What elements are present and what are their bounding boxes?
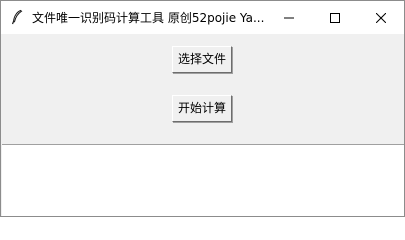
minimize-icon xyxy=(284,8,294,27)
maximize-icon xyxy=(330,8,340,27)
feather-icon xyxy=(9,9,25,25)
button-panel: 选择文件 开始计算 xyxy=(1,34,404,142)
start-calculation-button[interactable]: 开始计算 xyxy=(172,95,232,122)
close-button[interactable] xyxy=(358,1,404,34)
window-title: 文件唯一识别码计算工具 原创52pojie Ya... xyxy=(32,11,265,25)
close-icon xyxy=(375,8,387,27)
title-bar[interactable]: 文件唯一识别码计算工具 原创52pojie Ya... xyxy=(1,1,404,34)
minimize-button[interactable] xyxy=(266,1,312,34)
output-text-area[interactable] xyxy=(2,144,404,216)
app-window: 文件唯一识别码计算工具 原创52pojie Ya... 选择文件 开始计算 xyxy=(0,0,405,217)
select-file-button[interactable]: 选择文件 xyxy=(172,46,232,73)
maximize-button[interactable] xyxy=(312,1,358,34)
